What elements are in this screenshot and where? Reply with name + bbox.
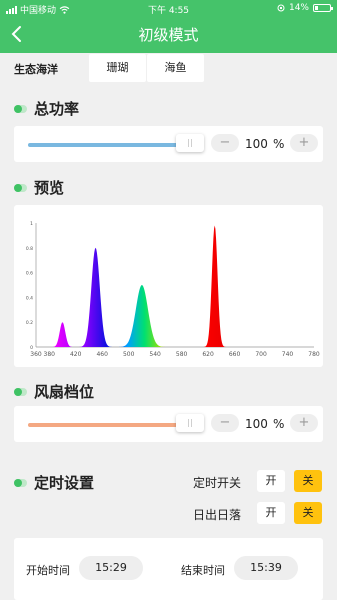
time-card: 开始时间 15:29 结束时间 15:39 xyxy=(14,538,323,600)
sunrise-off-button[interactable]: 关 xyxy=(294,502,322,524)
power-slider-track[interactable] xyxy=(28,143,178,147)
x-tick-label: 780 xyxy=(308,351,320,358)
eco-label: 生态海洋 xyxy=(14,63,58,76)
power-value: 100 xyxy=(245,137,268,151)
spectrum-curve xyxy=(49,225,262,347)
end-time-field[interactable]: 15:39 xyxy=(234,556,298,580)
y-tick-label: 0.6 xyxy=(26,271,33,277)
fan-slider-track[interactable] xyxy=(28,423,178,427)
power-toggle[interactable] xyxy=(14,104,27,113)
fan-plus-button[interactable]: + xyxy=(290,414,318,432)
fan-slider-handle[interactable]: || xyxy=(176,414,204,432)
x-tick-label: 620 xyxy=(202,351,214,358)
power-minus-button[interactable]: − xyxy=(211,134,239,152)
fan-minus-button[interactable]: − xyxy=(211,414,239,432)
page-title: 初级模式 xyxy=(138,26,199,44)
preview-title: 预览 xyxy=(34,179,65,197)
power-slider-handle[interactable]: || xyxy=(176,134,204,152)
battery-icon xyxy=(313,4,333,12)
power-plus-button[interactable]: + xyxy=(290,134,318,152)
sunrise-on-button[interactable]: 开 xyxy=(257,502,285,524)
y-tick-label: 1 xyxy=(30,221,33,227)
x-tick-label: 740 xyxy=(282,351,294,358)
x-tick-label: 360 xyxy=(30,351,42,358)
x-tick-label: 580 xyxy=(176,351,188,358)
y-tick-label: 0.8 xyxy=(26,246,33,252)
tab-fish[interactable]: 海鱼 xyxy=(147,54,204,82)
timer-switch-label: 定时开关 xyxy=(193,476,242,490)
spectrum-chart-card: 360 380 420 460 500 540 580 620 660 700 740 780 0 0.2… xyxy=(14,205,323,367)
battery-percent: 14% xyxy=(288,3,309,13)
fan-unit: % xyxy=(273,417,285,431)
timer-title: 定时设置 xyxy=(34,474,95,492)
app-header: 中国移动 下午 4:55 14% 初级模式 xyxy=(0,0,337,53)
y-tick-label: 0 xyxy=(30,345,33,351)
power-title: 总功率 xyxy=(34,100,80,118)
orientation-lock-icon xyxy=(277,4,285,12)
start-time-label: 开始时间 xyxy=(26,564,70,577)
tab-coral[interactable]: 珊瑚 xyxy=(89,54,146,82)
end-time-label: 结束时间 xyxy=(181,564,225,577)
fan-toggle[interactable] xyxy=(14,387,27,396)
power-section-header: 总功率 xyxy=(14,98,79,119)
preview-toggle[interactable] xyxy=(14,183,27,192)
timer-toggle[interactable] xyxy=(14,478,27,487)
y-tick-label: 0.4 xyxy=(26,295,33,301)
power-card: || − 100 % + xyxy=(14,126,323,162)
fan-section-header: 风扇档位 xyxy=(14,381,94,402)
fan-title: 风扇档位 xyxy=(34,383,95,401)
eco-bar: 生态海洋 珊瑚 海鱼 xyxy=(0,53,337,83)
x-tick-label: 660 xyxy=(229,351,241,358)
x-tick-label: 700 xyxy=(255,351,267,358)
start-time-field[interactable]: 15:29 xyxy=(79,556,143,580)
fan-value: 100 xyxy=(245,417,268,431)
spectrum-chart: 360 380 420 460 500 540 580 620 660 700 740 780 0 0.2… xyxy=(26,221,320,358)
x-tick-label: 380 xyxy=(44,351,56,358)
sunrise-label: 日出日落 xyxy=(193,508,242,522)
timer-switch-on-button[interactable]: 开 xyxy=(257,470,285,492)
x-tick-label: 460 xyxy=(96,351,108,358)
x-tick-label: 540 xyxy=(149,351,161,358)
x-tick-label: 500 xyxy=(123,351,135,358)
preview-section-header: 预览 xyxy=(14,177,64,198)
x-tick-label: 420 xyxy=(70,351,82,358)
power-unit: % xyxy=(273,137,285,151)
fan-card: || − 100 % + xyxy=(14,406,323,442)
timer-switch-off-button[interactable]: 关 xyxy=(294,470,322,492)
y-tick-label: 0.2 xyxy=(26,320,33,326)
timer-section-header: 定时设置 xyxy=(14,472,94,493)
status-bar: 中国移动 下午 4:55 14% xyxy=(0,0,337,16)
